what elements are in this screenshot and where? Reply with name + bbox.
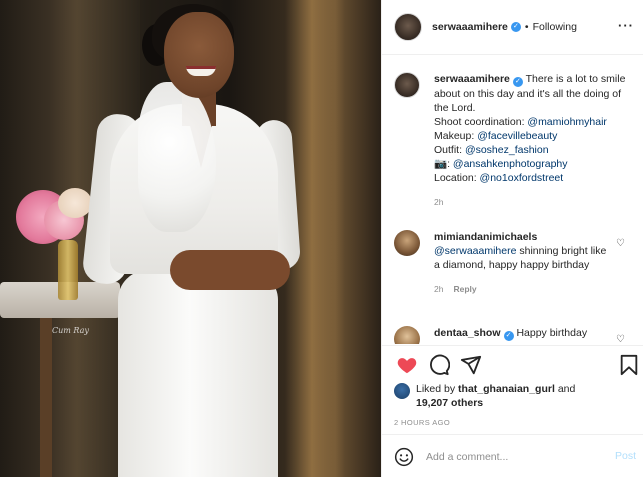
following-button[interactable]: Following	[533, 21, 577, 33]
reply-button[interactable]: Reply	[453, 284, 476, 294]
separator-dot: •	[524, 21, 529, 33]
woman-figure	[81, 0, 302, 477]
mention-link[interactable]: @serwaaamihere	[434, 245, 516, 257]
caption-username[interactable]: serwaaamihere	[434, 73, 510, 85]
vase	[58, 240, 78, 300]
mention-link[interactable]: @no1oxfordstreet	[480, 172, 564, 184]
verified-icon: ✓	[512, 77, 523, 87]
comment-body: dentaa_show ✓ Happy birthday	[434, 326, 614, 344]
post-header: serwaaamihere ✓ • Following ···	[382, 0, 643, 55]
likes-and: and	[557, 383, 576, 395]
likes-summary: Liked by that_ghanaian_gurl and 19,207 o…	[394, 382, 624, 410]
like-comment-icon[interactable]: ♡	[616, 238, 625, 249]
caption-label: Location:	[434, 172, 477, 184]
add-comment-bar: Post	[382, 434, 643, 477]
action-icons-row	[394, 354, 638, 378]
liker-avatar[interactable]	[394, 383, 410, 399]
comments-section[interactable]: serwaaamihere ✓ There is a lot to smile a…	[382, 56, 643, 344]
caption-label: Outfit:	[434, 144, 463, 156]
mention-link[interactable]: @facevillebeauty	[477, 130, 557, 142]
instagram-post: Cum Ray serwaaamihere ✓ • Following ··· …	[0, 0, 643, 477]
verified-icon: ✓	[510, 22, 521, 32]
likes-prefix: Liked by	[416, 383, 456, 395]
mention-link[interactable]: @mamiohmyhair	[527, 116, 607, 128]
more-options-icon[interactable]: ···	[618, 18, 634, 33]
table-leg	[40, 318, 52, 477]
heart-icon[interactable]	[396, 354, 418, 376]
caption-label: 📷:	[434, 158, 450, 170]
post-actions: Liked by that_ghanaian_gurl and 19,207 o…	[382, 345, 643, 477]
post-photo[interactable]: Cum Ray	[0, 0, 381, 477]
comment-body: mimiandanimichaels @serwaaamihere shinni…	[434, 230, 614, 296]
comment-icon[interactable]	[428, 354, 450, 376]
caption-avatar[interactable]	[394, 72, 420, 98]
avatar[interactable]	[394, 13, 422, 41]
photo-watermark: Cum Ray	[52, 326, 89, 335]
header-username[interactable]: serwaaamihere	[432, 21, 508, 33]
emoji-icon[interactable]	[394, 447, 414, 467]
commenter-avatar[interactable]	[394, 230, 420, 256]
caption-label: Shoot coordination:	[434, 116, 525, 128]
mention-link[interactable]: @soshez_fashion	[465, 144, 549, 156]
likes-text: Liked by that_ghanaian_gurl and 19,207 o…	[416, 382, 575, 410]
share-icon[interactable]	[460, 354, 482, 376]
post-sidebar: serwaaamihere ✓ • Following ··· serwaaam…	[381, 0, 643, 477]
hands	[170, 250, 290, 290]
like-comment-icon[interactable]: ♡	[616, 334, 625, 344]
comment-input[interactable]	[426, 450, 596, 463]
post-timestamp[interactable]: 2 HOURS AGO	[394, 418, 450, 427]
comment-username[interactable]: mimiandanimichaels	[434, 231, 537, 243]
caption: serwaaamihere ✓ There is a lot to smile a…	[394, 72, 639, 209]
bookmark-icon[interactable]	[618, 354, 640, 376]
comment-item: mimiandanimichaels @serwaaamihere shinni…	[394, 230, 639, 296]
white-flower	[58, 188, 92, 218]
liker-username[interactable]: that_ghanaian_gurl	[458, 383, 555, 395]
face	[164, 12, 234, 98]
caption-label: Makeup:	[434, 130, 475, 142]
white-trousers	[118, 270, 278, 477]
caption-body: serwaaamihere ✓ There is a lot to smile a…	[434, 72, 634, 209]
mention-link[interactable]: @ansahkenphotography	[453, 158, 568, 170]
likes-others-link[interactable]: 19,207 others	[416, 397, 483, 409]
caption-time: 2h	[434, 197, 444, 207]
comment-meta: 2h Reply	[434, 282, 614, 296]
comment-username[interactable]: dentaa_show	[434, 327, 501, 339]
post-button[interactable]: Post	[615, 450, 636, 462]
comment-time: 2h	[434, 284, 444, 294]
comment-item: dentaa_show ✓ Happy birthday ♡	[394, 326, 639, 344]
comment-text: Happy birthday	[516, 327, 588, 339]
verified-icon: ✓	[503, 331, 514, 341]
commenter-avatar[interactable]	[394, 326, 420, 344]
